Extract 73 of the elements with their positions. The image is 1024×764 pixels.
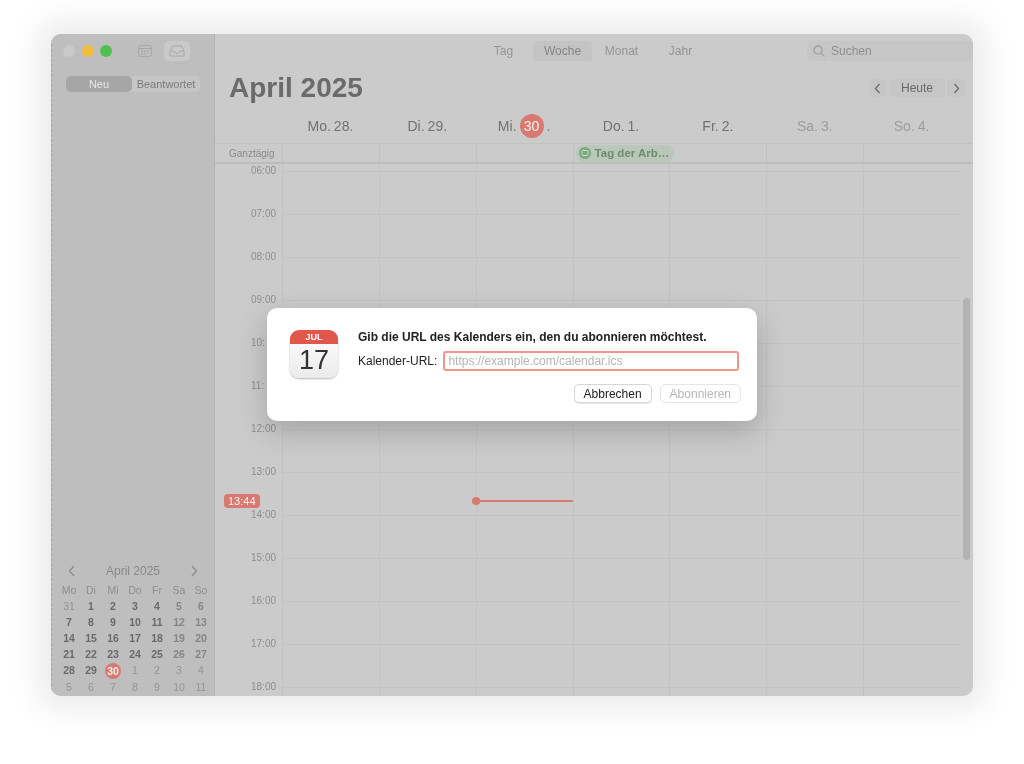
previous-button[interactable] [868, 79, 887, 97]
mini-calendar-day[interactable]: 2 [102, 599, 124, 614]
mini-calendar-day[interactable]: 7 [58, 615, 80, 630]
mini-calendar-day[interactable]: 14 [58, 631, 80, 646]
mini-calendar-day[interactable]: 28 [58, 663, 80, 678]
day-date: 2. [721, 117, 734, 134]
date-suffix: . [546, 117, 551, 134]
scrollbar[interactable] [963, 298, 970, 560]
mini-calendar-day[interactable]: 29 [80, 663, 102, 678]
mini-calendar-day[interactable]: 8 [80, 615, 102, 630]
mini-calendar-day[interactable]: 9 [102, 615, 124, 630]
mini-calendar-day[interactable]: 30 [105, 663, 121, 679]
mini-calendar-day[interactable]: 23 [102, 647, 124, 662]
current-time-badge: 13:44 [224, 494, 260, 508]
hour-label: 18:00 [251, 680, 277, 694]
today-date: 30 [519, 113, 544, 138]
all-day-event[interactable]: Tag der Arb… [575, 144, 675, 162]
mini-calendar-day[interactable]: 20 [190, 631, 212, 646]
mini-calendar-day[interactable]: 19 [168, 631, 190, 646]
hour-label: 14:00 [251, 508, 277, 522]
mini-calendar-day[interactable]: 26 [168, 647, 190, 662]
hour-label: 08:00 [251, 250, 277, 264]
day-header: Di. [407, 117, 425, 134]
mini-calendar-day[interactable]: 22 [80, 647, 102, 662]
mini-calendar-day[interactable]: 17 [124, 631, 146, 646]
mini-calendar-day[interactable]: 27 [190, 647, 212, 662]
next-button[interactable] [947, 79, 965, 97]
calendar-app-icon: JUL 17 [290, 330, 338, 378]
day-date: 29. [427, 117, 448, 134]
previous-month-icon[interactable] [68, 565, 76, 577]
url-field[interactable]: https://example.com/calendar.ics [443, 351, 740, 371]
mini-calendar-day[interactable]: 3 [124, 599, 146, 614]
dialog-message: Gib die URL des Kalenders ein, den du abonnieren möchtest. [358, 330, 708, 345]
mini-calendar-day[interactable]: 18 [146, 631, 168, 646]
view-tab[interactable]: Woche [533, 41, 592, 61]
mini-calendar-day[interactable]: 11 [146, 615, 168, 630]
field-label: Kalender-URL: [358, 354, 438, 368]
hour-label: 15:00 [251, 551, 277, 565]
zoom-button[interactable] [100, 45, 112, 57]
hour-label: 13:00 [251, 465, 277, 479]
mini-calendar-day[interactable]: 16 [102, 631, 124, 646]
dialog-button[interactable]: Abbrechen [573, 384, 652, 403]
hour-label: 16:00 [251, 594, 277, 608]
mini-calendar-day[interactable]: 24 [124, 647, 146, 662]
mini-calendar-day[interactable]: 6 [190, 599, 212, 614]
chevron-right-icon [952, 82, 960, 94]
hour-label: 06:00 [251, 164, 277, 178]
day-header: Mi. [497, 117, 517, 134]
mini-calendar-day[interactable]: 15 [80, 631, 102, 646]
mini-calendar-day[interactable]: 1 [80, 599, 102, 614]
calendar-icon [578, 147, 591, 159]
today-button[interactable]: Heute [888, 79, 945, 97]
day-header: Mo. [307, 117, 331, 134]
mini-calendar-day[interactable]: 12 [168, 615, 190, 630]
day-date: 28. [333, 117, 354, 134]
segment-tab[interactable]: Beantwortet [132, 76, 200, 92]
next-month-icon[interactable] [190, 565, 198, 577]
mini-calendar-day[interactable]: 5 [168, 599, 190, 614]
mini-calendar-day[interactable]: 25 [146, 647, 168, 662]
month-title: April 2025 [229, 72, 363, 104]
mini-calendar-day[interactable]: 10 [124, 615, 146, 630]
segment-tab[interactable]: Neu [66, 76, 132, 92]
mini-calendar-day[interactable]: 4 [146, 599, 168, 614]
minimize-button[interactable] [82, 45, 94, 57]
inbox-button[interactable] [164, 41, 190, 61]
all-day-label: Ganztägig [228, 147, 275, 159]
chevron-left-icon [874, 82, 882, 94]
mini-calendar-day[interactable]: 13 [190, 615, 212, 630]
day-header: Do. [602, 117, 625, 134]
hour-label: 12:00 [251, 422, 277, 436]
day-date: 1. [627, 117, 640, 134]
mini-calendar-day[interactable]: 21 [58, 647, 80, 662]
day-header: Fr. [702, 117, 719, 134]
